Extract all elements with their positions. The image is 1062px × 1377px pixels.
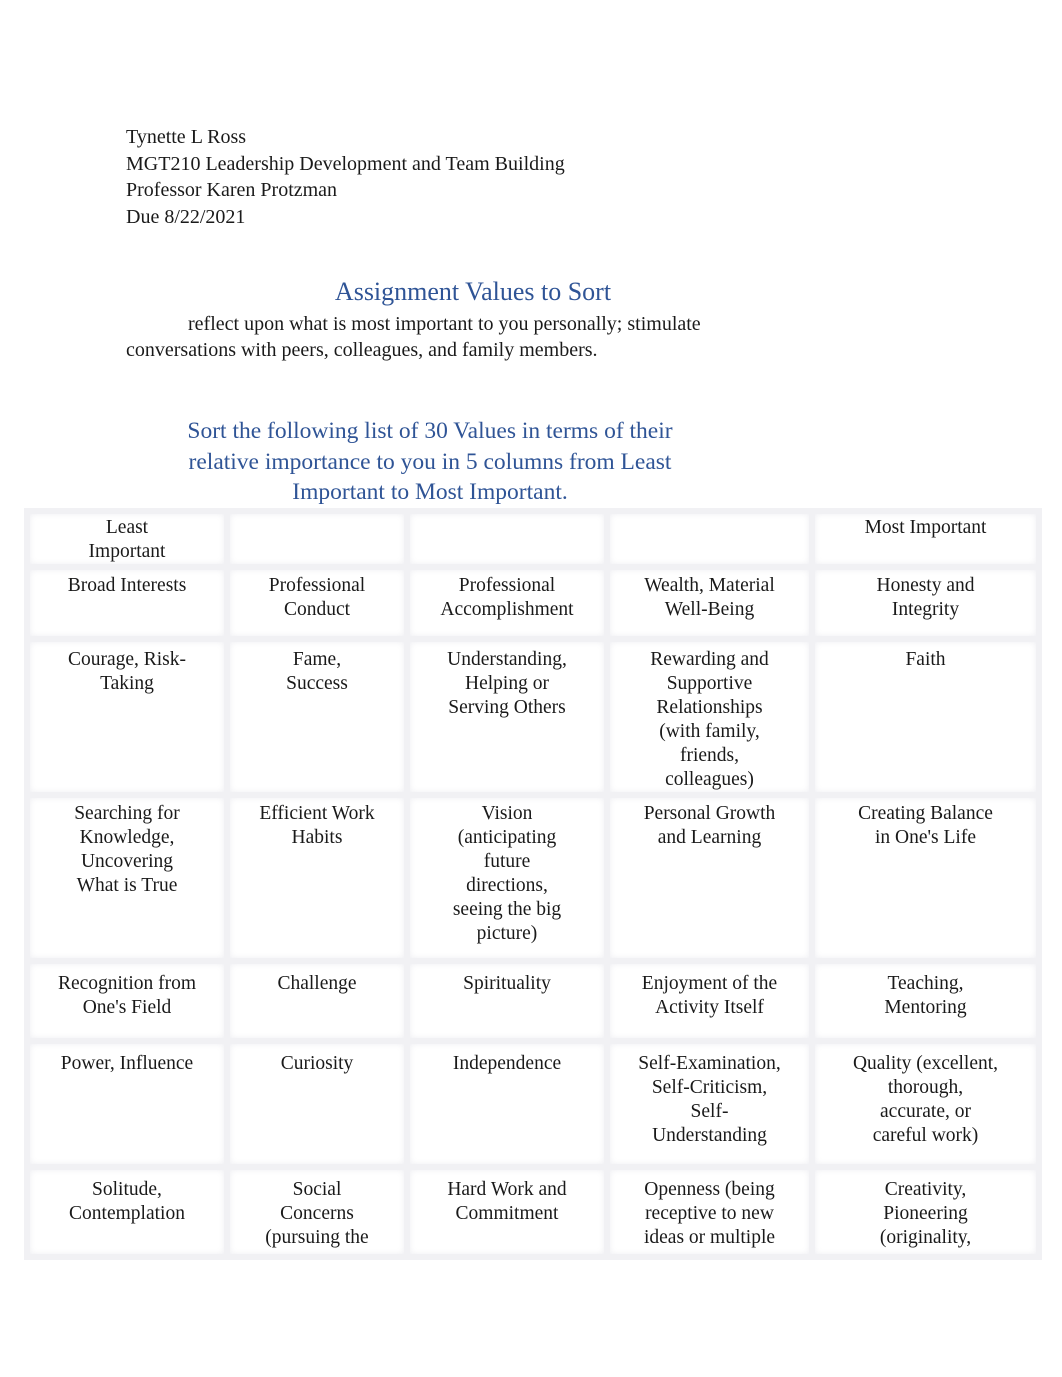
table-row: Courage, Risk- Taking Fame, Success Unde… (24, 636, 1042, 798)
value-cell[interactable]: Searching for Knowledge, Uncovering What… (24, 792, 230, 964)
professor-name: Professor Karen Protzman (126, 179, 338, 201)
value-cell[interactable]: Challenge (224, 958, 410, 1044)
value-cell[interactable]: Fame, Success (224, 636, 410, 798)
value-cell[interactable]: Understanding, Helping or Serving Others (404, 636, 610, 798)
value-cell[interactable]: Creating Balance in One's Life (809, 792, 1042, 964)
value-cell[interactable]: Curiosity (224, 1038, 410, 1170)
values-sort-table: Least Important Most Important Broad Int… (24, 508, 1042, 1260)
value-cell[interactable]: Broad Interests (24, 564, 230, 642)
value-cell[interactable]: Quality (excellent, thorough, accurate, … (809, 1038, 1042, 1170)
value-cell[interactable]: Teaching, Mentoring (809, 958, 1042, 1044)
value-cell[interactable]: Honesty and Integrity (809, 564, 1042, 642)
value-cell[interactable]: Rewarding and Supportive Relationships (… (604, 636, 815, 798)
table-header-row: Least Important Most Important (24, 508, 1042, 570)
value-cell[interactable]: Self-Examination, Self-Criticism, Self- … (604, 1038, 815, 1170)
value-cell[interactable]: Courage, Risk- Taking (24, 636, 230, 798)
table-row: Broad Interests Professional Conduct Pro… (24, 564, 1042, 642)
value-cell[interactable]: Creativity, Pioneering (originality, (809, 1164, 1042, 1260)
value-cell[interactable]: Social Concerns (pursuing the (224, 1164, 410, 1260)
header-cell-most-important: Most Important (809, 508, 1042, 570)
header-cell-least-important: Least Important (24, 508, 230, 570)
table-row: Power, Influence Curiosity Independence … (24, 1038, 1042, 1170)
value-cell[interactable]: Vision (anticipating future directions, … (404, 792, 610, 964)
header-cell (404, 508, 610, 570)
value-cell[interactable]: Professional Accomplishment (404, 564, 610, 642)
intro-paragraph: reflect upon what is most important to y… (126, 311, 766, 363)
value-cell[interactable]: Recognition from One's Field (24, 958, 230, 1044)
value-cell[interactable]: Efficient Work Habits (224, 792, 410, 964)
assignment-title: Assignment Values to Sort (334, 277, 612, 306)
value-cell[interactable]: Spirituality (404, 958, 610, 1044)
sort-instructions: Sort the following list of 30 Values in … (187, 418, 673, 505)
value-cell[interactable]: Power, Influence (24, 1038, 230, 1170)
value-cell[interactable]: Enjoyment of the Activity Itself (604, 958, 815, 1044)
value-cell[interactable]: Independence (404, 1038, 610, 1170)
value-cell[interactable]: Openness (being receptive to new ideas o… (604, 1164, 815, 1260)
value-cell[interactable]: Professional Conduct (224, 564, 410, 642)
student-header: Tynette L Ross MGT210 Leadership Develop… (126, 124, 565, 230)
intro-line-1: reflect upon what is most important to y… (188, 313, 701, 335)
course-name: MGT210 Leadership Development and Team B… (126, 152, 565, 175)
value-cell[interactable]: Solitude, Contemplation (24, 1164, 230, 1260)
header-cell (224, 508, 410, 570)
student-name: Tynette L Ross (126, 126, 247, 148)
intro-line-2: conversations with peers, colleagues, an… (126, 339, 598, 361)
value-cell[interactable]: Hard Work and Commitment (404, 1164, 610, 1260)
table-row: Searching for Knowledge, Uncovering What… (24, 792, 1042, 964)
due-date: Due 8/22/2021 (126, 205, 246, 228)
value-cell[interactable]: Personal Growth and Learning (604, 792, 815, 964)
value-cell[interactable]: Faith (809, 636, 1042, 798)
header-cell (604, 508, 815, 570)
table-row: Solitude, Contemplation Social Concerns … (24, 1164, 1042, 1260)
table-row: Recognition from One's Field Challenge S… (24, 958, 1042, 1044)
value-cell[interactable]: Wealth, Material Well-Being (604, 564, 815, 642)
